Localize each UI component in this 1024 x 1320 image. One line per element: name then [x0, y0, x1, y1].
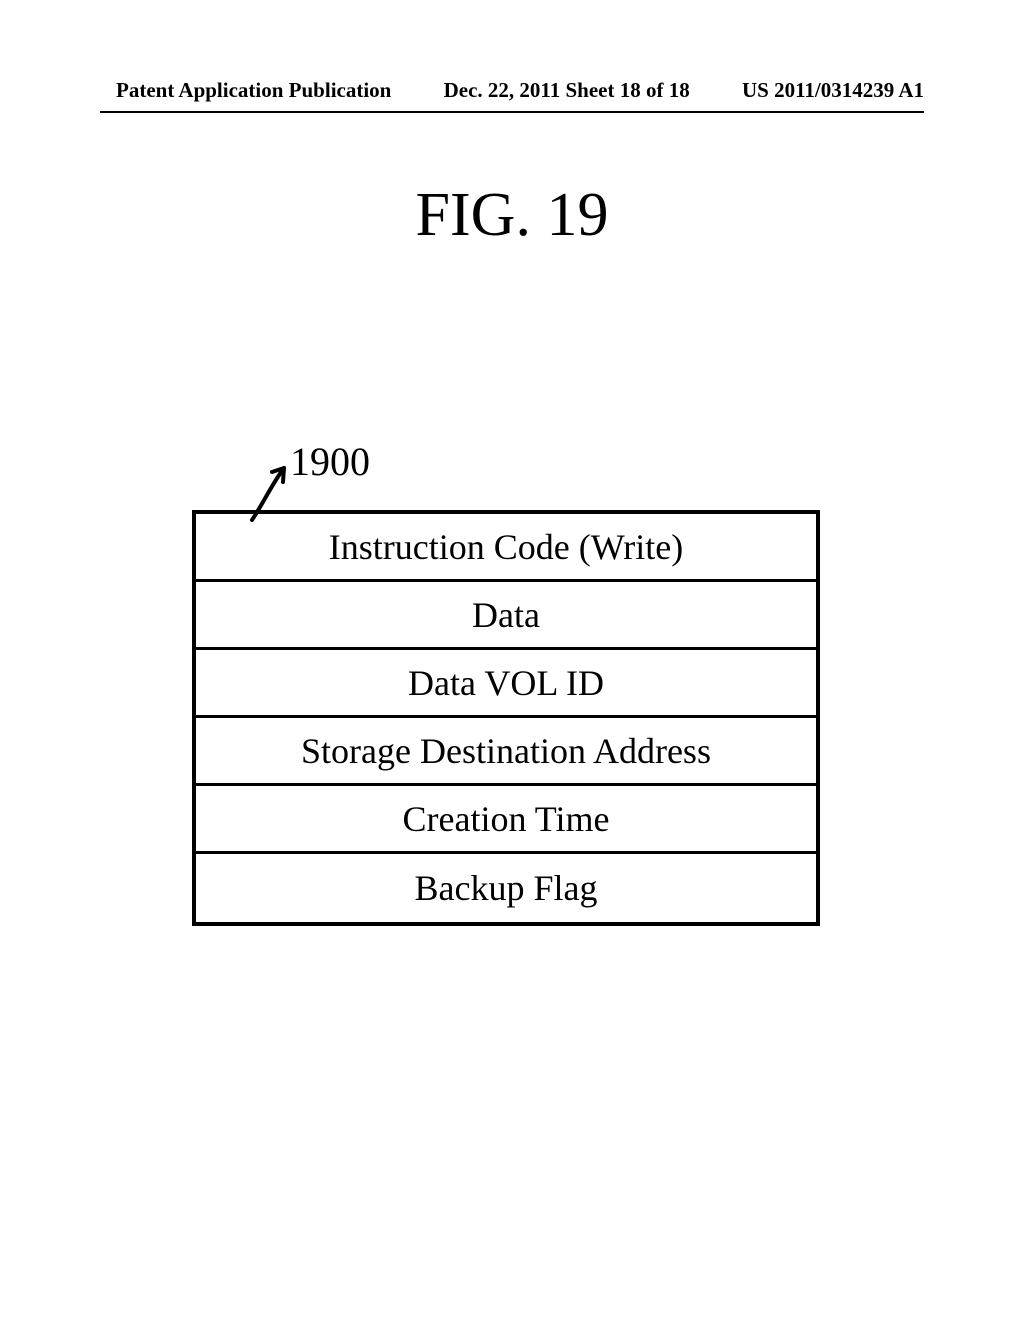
- table-row: Storage Destination Address: [196, 718, 816, 786]
- header-left: Patent Application Publication: [116, 78, 391, 103]
- table-row: Data: [196, 582, 816, 650]
- header-center: Dec. 22, 2011 Sheet 18 of 18: [444, 78, 690, 103]
- reference-number-callout: 1900: [290, 438, 370, 485]
- page: Patent Application Publication Dec. 22, …: [0, 0, 1024, 1320]
- table-row: Creation Time: [196, 786, 816, 854]
- figure-title: FIG. 19: [0, 180, 1024, 251]
- header-right: US 2011/0314239 A1: [742, 78, 924, 103]
- table-row: Data VOL ID: [196, 650, 816, 718]
- data-structure-table: Instruction Code (Write) Data Data VOL I…: [192, 510, 820, 926]
- table-row: Instruction Code (Write): [196, 514, 816, 582]
- header-rule: [100, 111, 924, 113]
- table-row: Backup Flag: [196, 854, 816, 922]
- page-header: Patent Application Publication Dec. 22, …: [0, 78, 1024, 107]
